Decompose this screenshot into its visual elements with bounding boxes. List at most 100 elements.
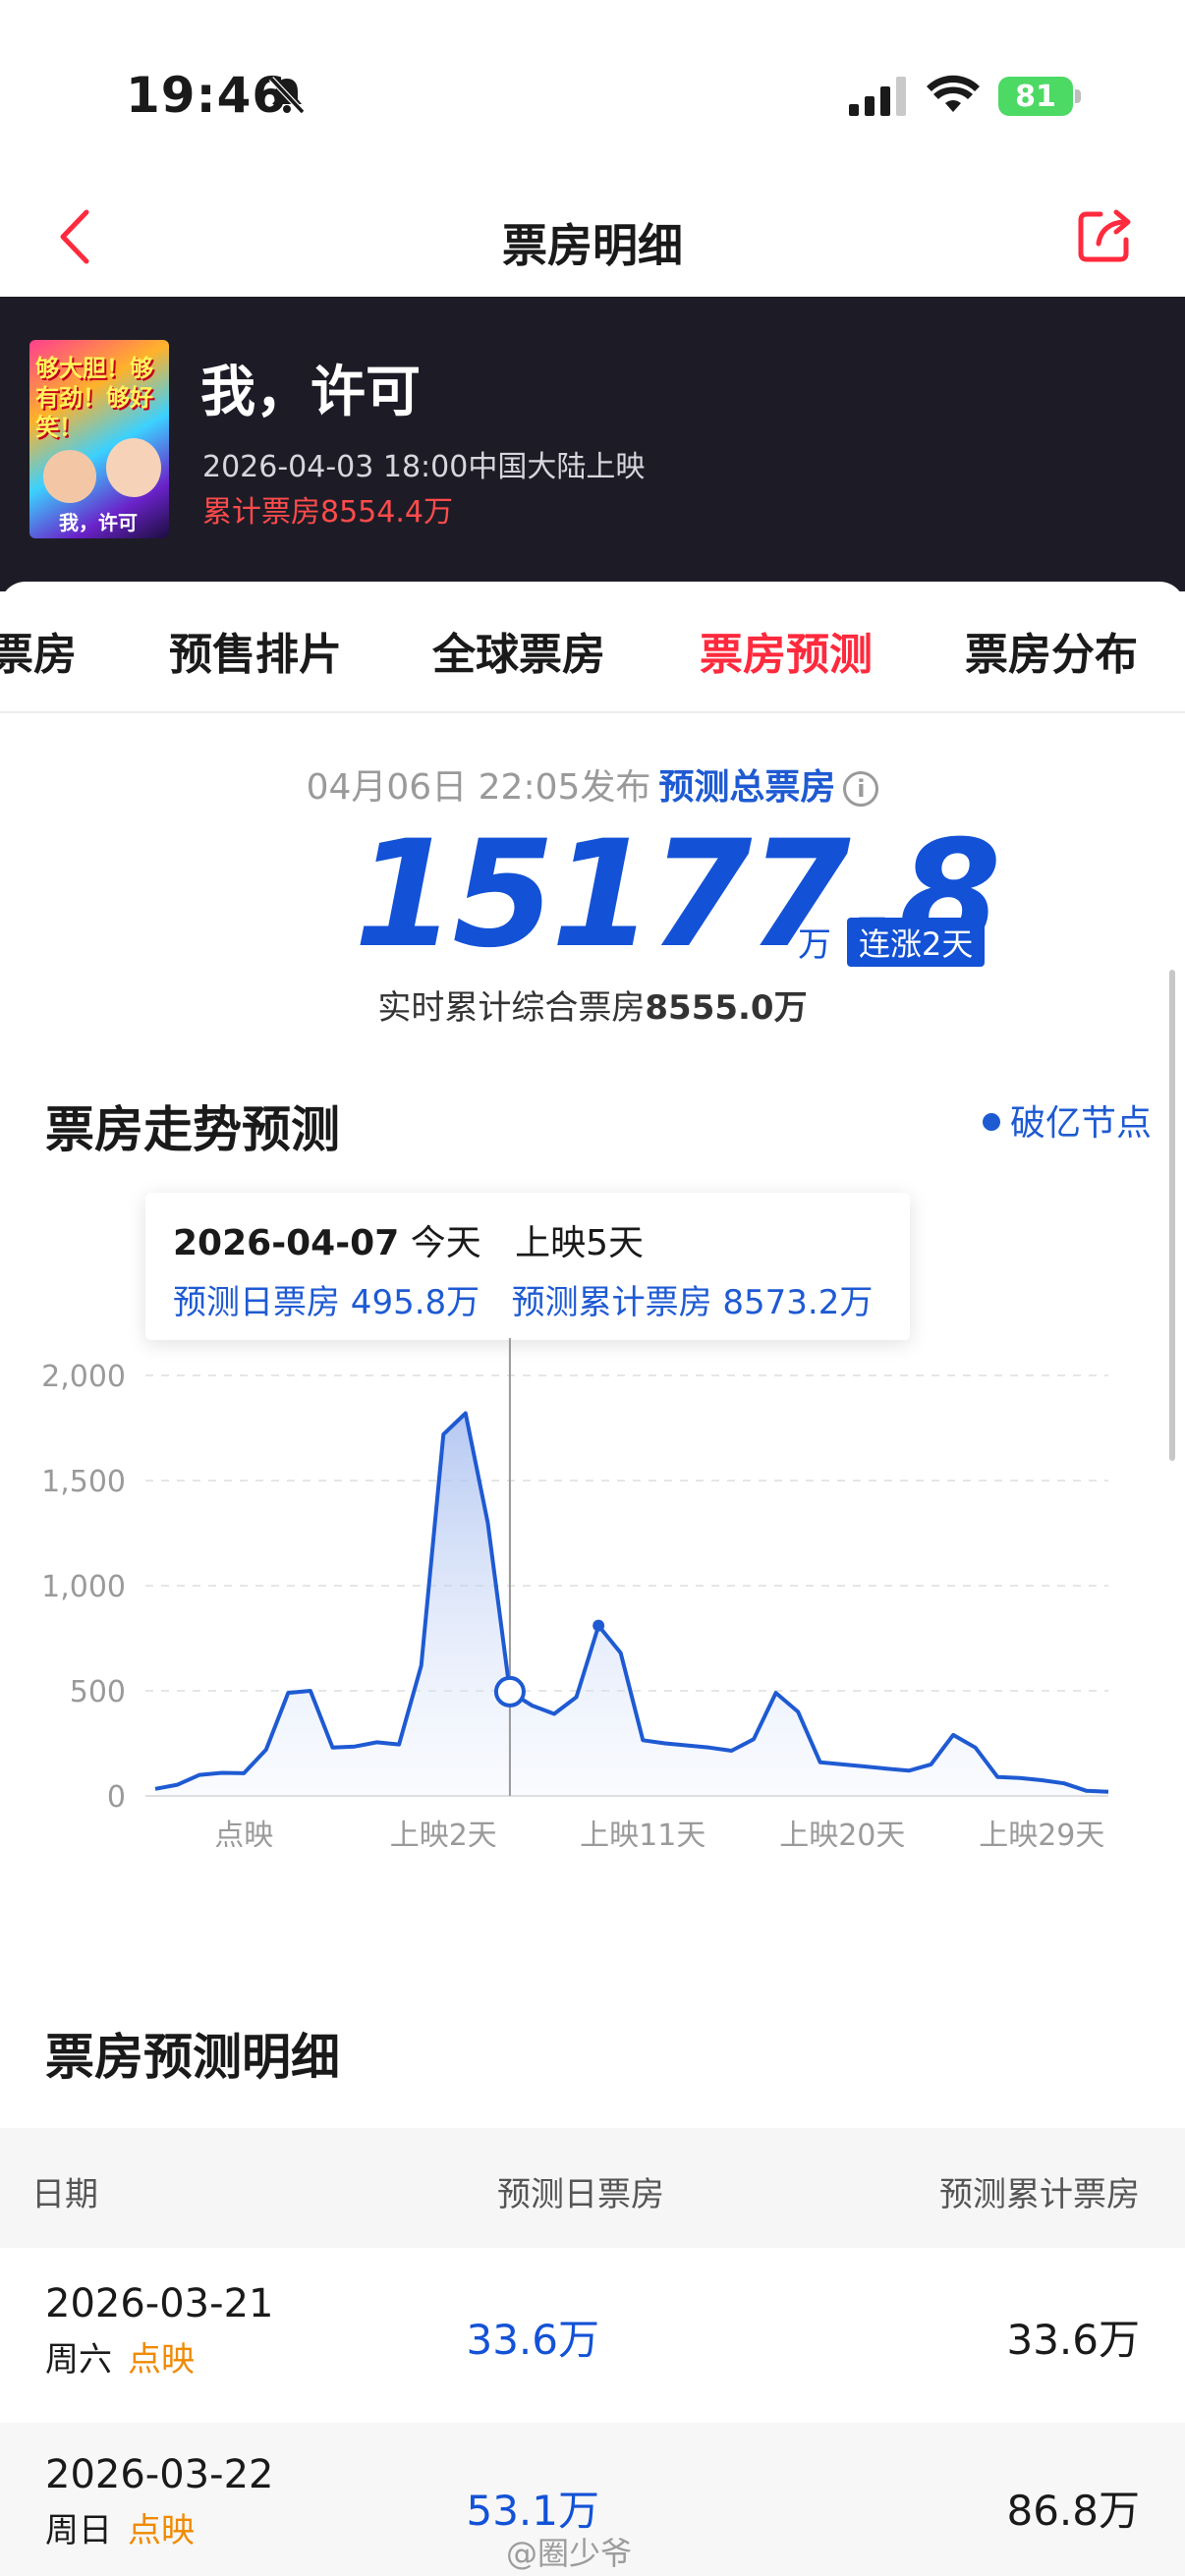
trend-title: 票房走势预测 [45,1101,340,1158]
series-area [155,1413,1108,1796]
data-point [907,1768,911,1772]
tab-forecast[interactable]: 票房预测 [700,619,873,682]
table-row[interactable]: 2026-03-21 周六 点映 33.6万 33.6万 [0,2252,1185,2419]
header-daily: 预测日票房 [497,2175,664,2214]
y-tick-label: 0 [107,1780,126,1815]
data-point [198,1773,201,1777]
tooltip-days: 上映5天 [515,1223,644,1263]
poster-face [43,450,96,503]
data-point [884,1766,888,1770]
data-point [752,1737,756,1741]
data-point [774,1691,778,1695]
realtime-value: 8555.0万 [645,988,808,1028]
tooltip-cumulative: 预测累计票房 8573.2万 [511,1283,874,1322]
data-point [663,1742,667,1746]
data-point [242,1771,246,1775]
info-icon[interactable]: i [843,771,879,807]
tab-bar: 票房 预售排片 全球票房 票房预测 票房分布 [0,582,1185,713]
row-daily: 33.6万 [466,2316,599,2364]
data-point [464,1412,468,1416]
x-tick-label: 上映20天 [779,1819,905,1847]
movie-release-info: 2026-04-03 18:00中国大陆上映 [202,450,646,484]
nav-bar: 票房明细 [0,187,1185,297]
table-header: 日期 预测日票房 预测累计票房 [0,2128,1185,2248]
movie-cumulative-box-office: 累计票房8554.4万 [202,495,453,530]
forecast-unit: 万 [798,925,831,965]
data-point [575,1695,579,1699]
data-point [330,1746,334,1750]
watermark: @圈少爷 [506,2535,633,2572]
detail-title: 票房预测明细 [45,2029,340,2086]
tab-distribution[interactable]: 票房分布 [965,619,1138,682]
header-cumulative: 预测累计票房 [939,2175,1140,2214]
forecast-total-link[interactable]: 预测总票房 [658,767,835,808]
data-point [796,1709,800,1713]
data-point [264,1748,268,1752]
poster-face [106,438,161,497]
data-point [1018,1776,1022,1780]
data-point [397,1743,401,1747]
tooltip-date: 2026-04-07 [173,1223,400,1263]
data-point [863,1764,867,1768]
battery-level: 81 [998,77,1073,116]
data-point [309,1689,312,1693]
legend-label: 破亿节点 [1010,1103,1153,1144]
battery-cap [1075,89,1081,103]
data-point [930,1763,933,1766]
status-bar: 19:46 81 [0,0,1185,187]
wifi-icon [927,75,980,112]
data-point [707,1746,711,1750]
status-time: 19:46 [126,67,288,124]
legend-dot-icon [983,1113,1000,1131]
data-point [375,1740,379,1744]
data-point [685,1744,689,1748]
data-point [1040,1778,1044,1782]
tooltip-values: 预测日票房 495.8万 预测累计票房 8573.2万 [173,1275,873,1323]
data-point [641,1738,645,1742]
share-icon[interactable] [1071,200,1140,269]
data-point [176,1783,180,1787]
x-tick-label: 上映11天 [580,1819,705,1847]
poster-title: 我，许可 [59,511,138,534]
data-point [420,1663,423,1667]
movie-header: 够大胆！够有劲！够好笑！ 我，许可 我，许可 2026-04-03 18:00中… [0,297,1185,591]
y-tick-label: 1,000 [41,1570,126,1604]
streak-badge: 连涨2天 [847,918,986,967]
tooltip-daily: 预测日票房 495.8万 [173,1283,480,1322]
page-title: 票房明细 [502,219,683,272]
data-point [353,1745,357,1749]
x-tick-label: 上映29天 [979,1819,1104,1847]
data-point [220,1770,224,1774]
tab-presale-schedule[interactable]: 预售排片 [169,619,342,682]
cellular-signal-icon [849,77,906,116]
data-point [1106,1790,1110,1794]
trend-chart[interactable]: 2,000 1,500 1,000 500 0 点映 上映2天 上映11天 上映20天 上映29天 [0,1336,1185,1847]
movie-title: 我，许可 [200,361,421,424]
battery-icon: 81 [998,77,1081,116]
tab-box-office[interactable]: 票房 [0,619,77,682]
bell-muted-icon [268,76,306,115]
movie-poster[interactable]: 够大胆！够有劲！够好笑！ 我，许可 [29,340,169,538]
y-tick-label: 2,000 [41,1360,126,1394]
data-point [730,1749,734,1753]
milestone-point [592,1619,605,1632]
forecast-meta: 04月06日 22:05发布 预测总票房 i [0,758,1185,810]
data-point [619,1651,623,1654]
data-point [153,1787,157,1791]
forecast-published: 04月06日 22:05发布 [306,767,651,808]
y-tick-label: 500 [70,1675,126,1709]
legend[interactable]: 破亿节点 [983,1094,1152,1146]
tooltip-header: 2026-04-07 今天 上映5天 [173,1214,644,1265]
y-tick-label: 1,500 [41,1465,126,1499]
chart-tooltip: 2026-04-07 今天 上映5天 预测日票房 495.8万 预测累计票房 8… [145,1193,910,1340]
data-point [1062,1781,1066,1785]
tooltip-today: 今天 [410,1223,481,1263]
data-point [951,1733,955,1737]
row-cumulative: 33.6万 [1006,2316,1140,2364]
data-point [552,1712,556,1716]
tab-global-box-office[interactable]: 全球票房 [432,619,605,682]
data-point [818,1761,822,1764]
row-cumulative: 86.8万 [1006,2487,1140,2535]
data-point [286,1691,290,1695]
data-point [840,1763,844,1766]
